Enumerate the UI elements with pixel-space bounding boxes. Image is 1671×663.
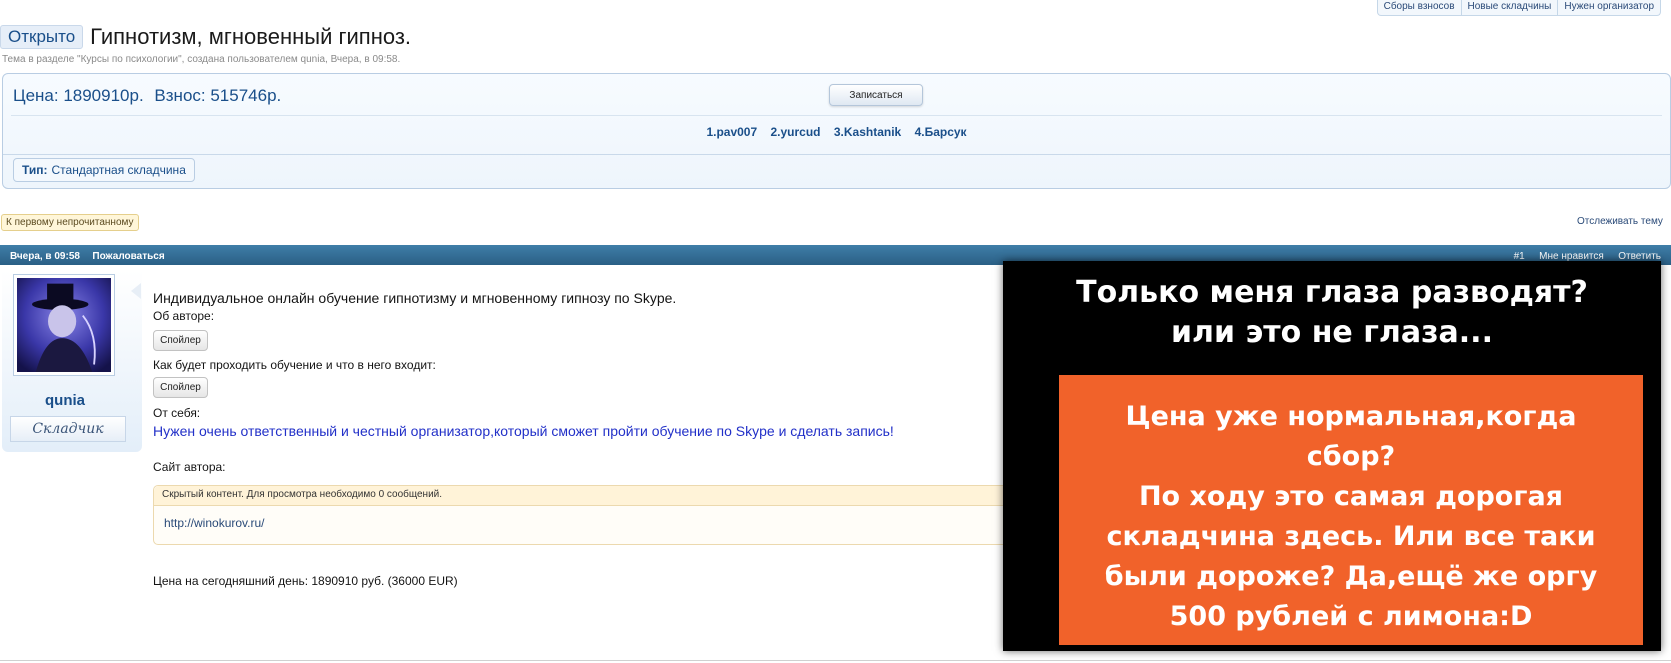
thread-prefix-badge[interactable]: Открыто bbox=[0, 25, 84, 49]
members-list: 1.pav007 2.yurcud 3.Kashtanik 4.Барсук bbox=[3, 125, 1670, 139]
black-annotation-line: Только меня глаза разводят? bbox=[1076, 275, 1588, 310]
from-me-label: От себя: bbox=[153, 406, 201, 420]
join-button[interactable]: Записаться bbox=[829, 84, 923, 106]
black-annotation-text: Только меня глаза разводят? или это не г… bbox=[1003, 273, 1661, 353]
avatar-image bbox=[17, 278, 111, 372]
page-title: Гипнотизм, мгновенный гипноз. bbox=[90, 24, 412, 49]
member-link[interactable]: 2.yurcud bbox=[771, 125, 821, 139]
how-label: Как будет проходить обучение и что в нег… bbox=[153, 358, 436, 372]
report-link[interactable]: Пожаловаться bbox=[92, 251, 164, 262]
first-unread-button[interactable]: К первому непрочитанному bbox=[1, 214, 139, 231]
hidden-content-notice: Скрытый контент. Для просмотра необходим… bbox=[154, 486, 1022, 506]
thread-title-row: Открыто Гипнотизм, мгновенный гипноз. bbox=[0, 24, 411, 50]
thread-subtitle: Тема в разделе "Курсы по психологии", со… bbox=[2, 54, 401, 65]
fee-value: Взнос: 515746р. bbox=[154, 86, 282, 105]
username-link[interactable]: qunia bbox=[2, 392, 128, 409]
author-site-label: Сайт автора: bbox=[153, 460, 226, 474]
orange-annotation-line: По ходу это самая дорогая bbox=[1138, 481, 1564, 512]
orange-annotation-line: сбор? bbox=[1306, 441, 1396, 472]
spoiler-button-author[interactable]: Спойлер bbox=[153, 330, 208, 351]
user-rank-banner: Складчик bbox=[10, 416, 126, 442]
type-label: Тип: bbox=[22, 163, 48, 177]
price-value: Цена: 1890910р. bbox=[13, 86, 144, 105]
orange-annotation-box: Цена уже нормальная,когда сбор? По ходу … bbox=[1059, 375, 1643, 645]
orange-annotation-text: Цена уже нормальная,когда сбор? По ходу … bbox=[1059, 397, 1643, 637]
type-box: Тип: Стандартная складчина bbox=[13, 158, 195, 182]
top-link-new-skladchiny[interactable]: Новые складчины bbox=[1460, 0, 1558, 15]
orange-annotation-line: 500 рублей с лимона:D bbox=[1169, 601, 1533, 632]
divider bbox=[3, 154, 1670, 155]
spoiler-button-how[interactable]: Спойлер bbox=[153, 377, 208, 398]
hidden-content-box: Скрытый контент. Для просмотра необходим… bbox=[153, 485, 1023, 545]
author-site-link[interactable]: http://winokurov.ru/ bbox=[154, 506, 1022, 540]
orange-annotation-line: были дороже? Да,ещё же оргу bbox=[1104, 561, 1598, 592]
orange-annotation-line: складчина здесь. Или все таки bbox=[1106, 521, 1596, 552]
member-link[interactable]: 1.pav007 bbox=[706, 125, 757, 139]
avatar[interactable] bbox=[13, 274, 115, 376]
top-link-need-organizer[interactable]: Нужен организатор bbox=[1557, 0, 1660, 15]
type-value: Стандартная складчина bbox=[51, 163, 186, 177]
about-author-label: Об авторе: bbox=[153, 309, 215, 323]
divider bbox=[0, 660, 1671, 661]
blue-message-text: Нужен очень ответственный и честный орга… bbox=[153, 423, 894, 439]
black-annotation-line: или это не глаза... bbox=[1171, 315, 1493, 350]
price-today-text: Цена на сегодняшний день: 1890910 руб. (… bbox=[153, 574, 458, 588]
member-link[interactable]: 3.Kashtanik bbox=[834, 125, 901, 139]
user-info-column: qunia Складчик bbox=[2, 270, 142, 452]
watch-thread-link[interactable]: Отслеживать тему bbox=[1577, 216, 1663, 227]
top-nav: Сборы взносов Новые складчины Нужен орга… bbox=[1376, 0, 1661, 16]
message-arrow bbox=[131, 283, 141, 299]
top-link-contributions[interactable]: Сборы взносов bbox=[1378, 0, 1461, 15]
price-box: Цена: 1890910р. Взнос: 515746р. Записать… bbox=[2, 73, 1671, 189]
divider bbox=[11, 115, 1662, 116]
message-intro: Индивидуальное онлайн обучение гипнотизм… bbox=[153, 290, 677, 306]
post-date[interactable]: Вчера, в 09:58 bbox=[10, 251, 80, 262]
orange-annotation-line: Цена уже нормальная,когда bbox=[1125, 401, 1577, 432]
member-link[interactable]: 4.Барсук bbox=[915, 125, 967, 139]
price-line: Цена: 1890910р. Взнос: 515746р. bbox=[13, 86, 287, 106]
